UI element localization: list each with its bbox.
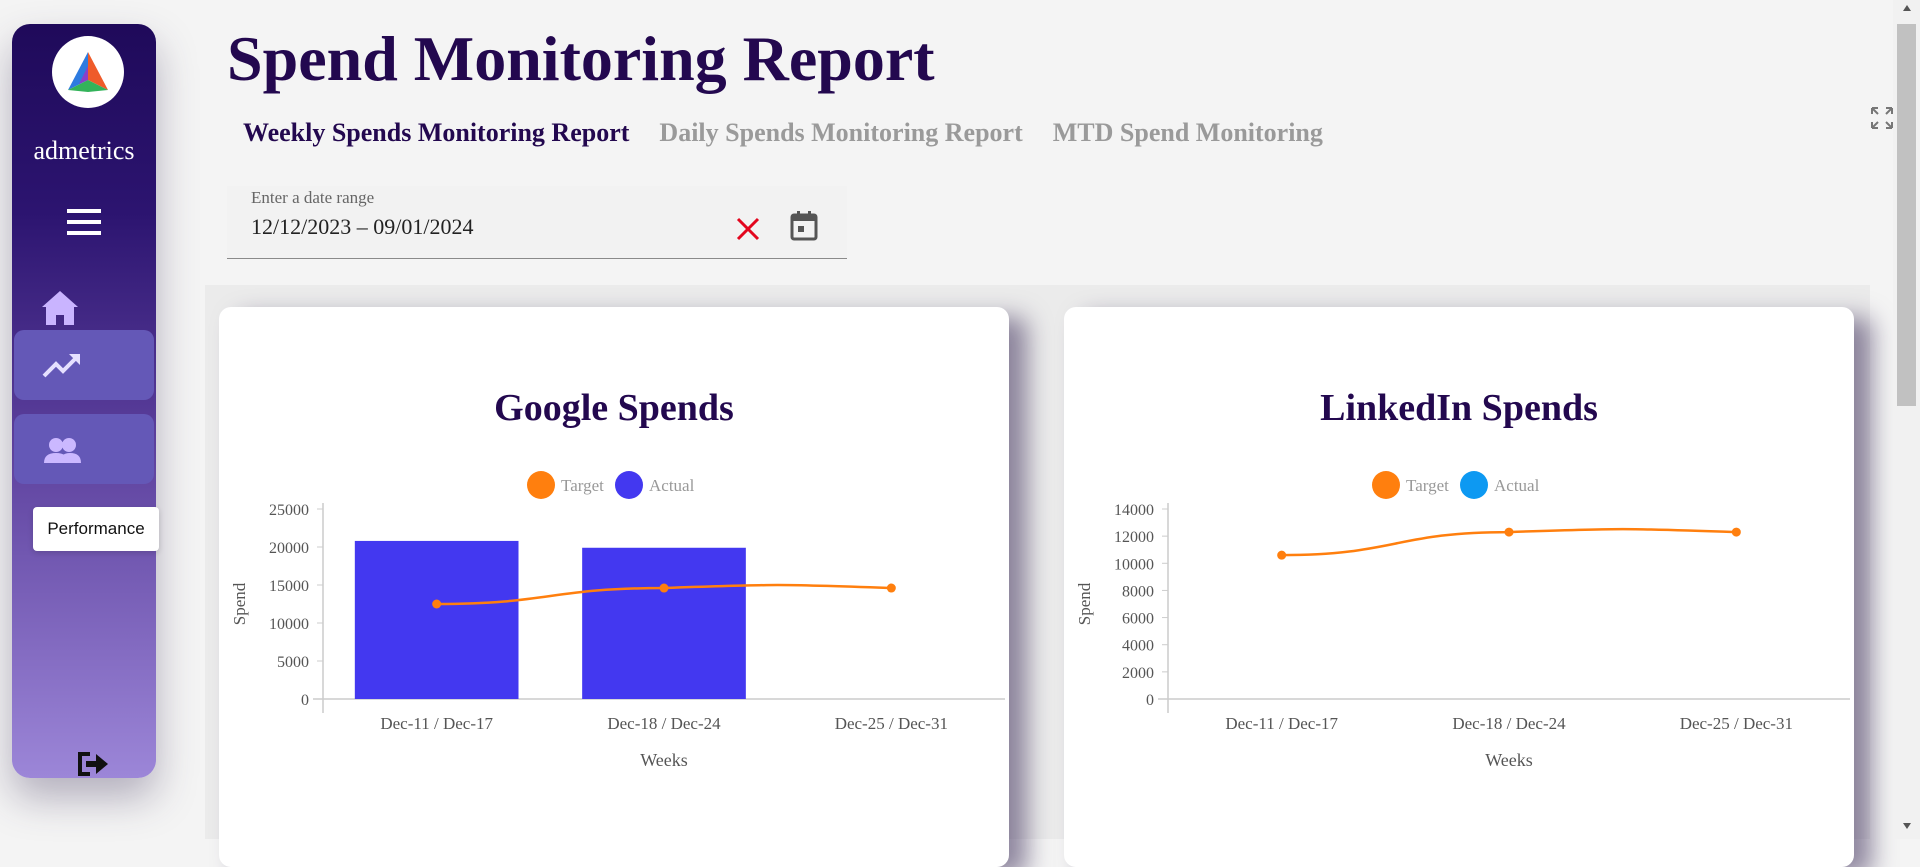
point-target bbox=[1504, 527, 1514, 537]
people-icon bbox=[44, 438, 81, 463]
y-tick-label: 25000 bbox=[269, 502, 309, 519]
x-tick-label: Dec-18 / Dec-24 bbox=[607, 714, 721, 733]
y-tick-label: 8000 bbox=[1122, 583, 1154, 600]
y-tick-label: 0 bbox=[301, 692, 309, 709]
performance-tooltip: Performance bbox=[33, 507, 159, 551]
y-tick-label: 5000 bbox=[277, 654, 309, 671]
x-tick-label: Dec-18 / Dec-24 bbox=[1452, 714, 1566, 733]
report-tabs: Weekly Spends Monitoring Report Daily Sp… bbox=[243, 118, 1323, 148]
page-title: Spend Monitoring Report bbox=[227, 23, 935, 94]
legend-marker bbox=[1372, 471, 1400, 499]
bar-actual bbox=[582, 547, 746, 699]
date-range-label: Enter a date range bbox=[251, 188, 375, 207]
google-spends-card: Google Spends Target Actual 0 5000 10000 15000… bbox=[219, 307, 1009, 867]
legend-label: Actual bbox=[1494, 476, 1540, 495]
point-target bbox=[1277, 550, 1287, 560]
scroll-thumb[interactable] bbox=[1897, 24, 1916, 406]
legend-marker bbox=[527, 471, 555, 499]
legend-marker bbox=[615, 471, 643, 499]
legend-label: Target bbox=[1406, 476, 1449, 495]
google-spends-chart: Google Spends Target Actual 0 5000 10000 15000… bbox=[230, 387, 1005, 770]
logo-icon bbox=[68, 52, 108, 92]
fullscreen-icon[interactable] bbox=[1870, 106, 1894, 135]
x-axis-label: Weeks bbox=[640, 750, 688, 770]
nav-item-performance[interactable] bbox=[14, 330, 154, 400]
admetrics-logo[interactable] bbox=[52, 36, 124, 108]
y-tick-label: 2000 bbox=[1122, 665, 1154, 682]
calendar-icon[interactable] bbox=[789, 210, 819, 247]
sidebar: admetrics bbox=[12, 24, 156, 778]
y-tick-label: 15000 bbox=[269, 578, 309, 595]
point-target bbox=[886, 583, 896, 593]
y-tick-label: 0 bbox=[1146, 692, 1154, 709]
trending-up-icon bbox=[42, 354, 80, 378]
y-tick-label: 12000 bbox=[1114, 529, 1154, 546]
scroll-down-icon[interactable] bbox=[1902, 822, 1912, 830]
point-target bbox=[659, 583, 669, 593]
chart-title: LinkedIn Spends bbox=[1320, 387, 1598, 429]
y-axis-label: Spend bbox=[1075, 582, 1094, 625]
point-target bbox=[432, 599, 442, 609]
scrollbar[interactable] bbox=[1893, 0, 1920, 839]
logout-icon[interactable] bbox=[74, 748, 110, 785]
bar-actual bbox=[354, 540, 519, 699]
nav-item-users[interactable] bbox=[14, 414, 154, 484]
x-tick-label: Dec-25 / Dec-31 bbox=[1680, 714, 1793, 733]
y-tick-label: 10000 bbox=[1114, 556, 1154, 573]
legend-marker bbox=[1460, 471, 1488, 499]
linkedin-spends-card: LinkedIn Spends Target Actual 0 2000 4000 6000… bbox=[1064, 307, 1854, 867]
close-icon[interactable] bbox=[735, 216, 761, 247]
legend-label: Target bbox=[561, 476, 604, 495]
menu-icon[interactable] bbox=[12, 204, 156, 240]
x-tick-label: Dec-25 / Dec-31 bbox=[835, 714, 948, 733]
linkedin-spends-chart: LinkedIn Spends Target Actual 0 2000 4000 6000… bbox=[1075, 387, 1850, 770]
y-tick-label: 4000 bbox=[1122, 638, 1154, 655]
tab-weekly[interactable]: Weekly Spends Monitoring Report bbox=[243, 118, 629, 148]
chart-title: Google Spends bbox=[494, 387, 734, 429]
y-axis-label: Spend bbox=[230, 582, 249, 625]
x-tick-label: Dec-11 / Dec-17 bbox=[380, 714, 493, 733]
tab-mtd[interactable]: MTD Spend Monitoring bbox=[1053, 118, 1323, 148]
y-tick-label: 20000 bbox=[269, 540, 309, 557]
tab-daily[interactable]: Daily Spends Monitoring Report bbox=[659, 118, 1022, 148]
x-axis-label: Weeks bbox=[1485, 750, 1533, 770]
y-tick-label: 14000 bbox=[1114, 502, 1154, 519]
date-range-input[interactable]: 12/12/2023 – 09/01/2024 bbox=[251, 214, 473, 240]
y-tick-label: 10000 bbox=[269, 616, 309, 633]
home-icon[interactable] bbox=[12, 286, 80, 330]
legend-label: Actual bbox=[649, 476, 695, 495]
y-tick-label: 6000 bbox=[1122, 611, 1154, 628]
date-range-field[interactable]: Enter a date range 12/12/2023 – 09/01/20… bbox=[227, 186, 847, 259]
brand-name: admetrics bbox=[33, 136, 135, 165]
point-target bbox=[1731, 527, 1741, 537]
x-tick-label: Dec-11 / Dec-17 bbox=[1225, 714, 1338, 733]
scroll-up-icon[interactable] bbox=[1902, 4, 1912, 12]
